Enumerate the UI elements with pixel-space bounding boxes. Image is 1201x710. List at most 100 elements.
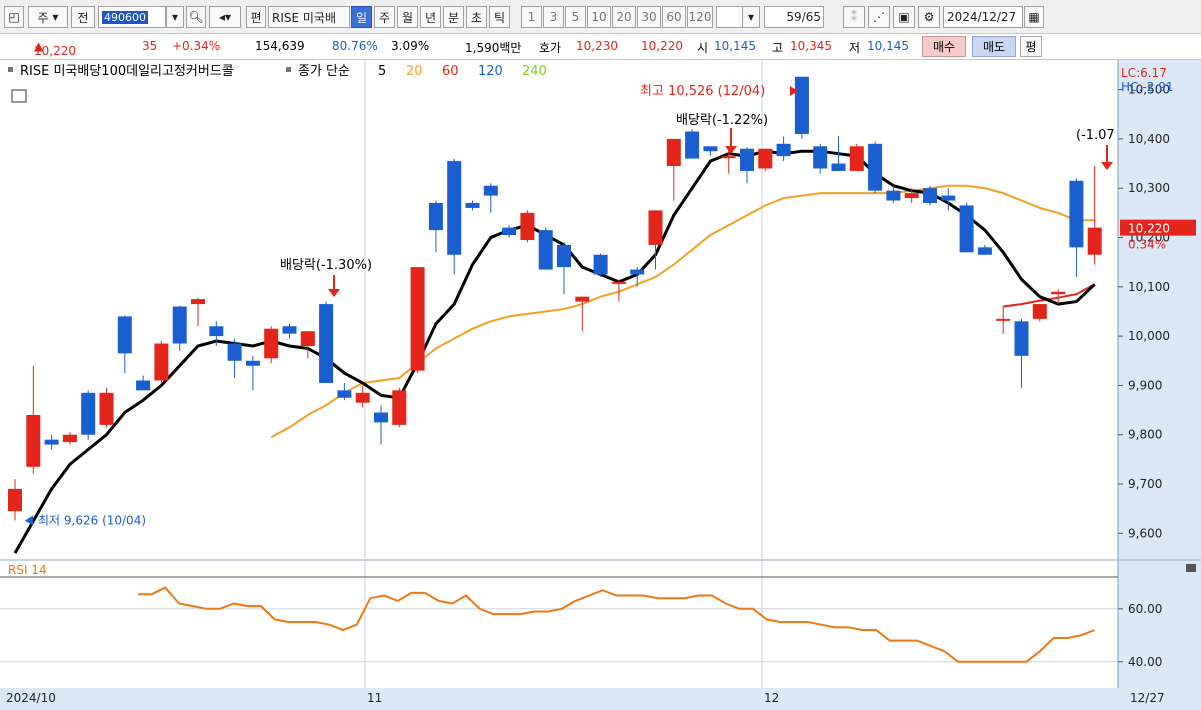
candle-body bbox=[502, 227, 517, 236]
candle-body bbox=[740, 148, 754, 171]
candle-body bbox=[392, 390, 407, 425]
candle-body bbox=[1051, 291, 1066, 295]
lc-label: LC:6.17 bbox=[1121, 66, 1167, 80]
sell-button[interactable]: 매도 bbox=[972, 36, 1016, 57]
interval-20[interactable]: 20 bbox=[612, 6, 636, 28]
time-axis-panel bbox=[0, 688, 1201, 710]
save-icon[interactable]: ▣ bbox=[893, 6, 915, 28]
tab-4[interactable]: 분 bbox=[443, 6, 464, 28]
candle-body bbox=[8, 488, 22, 512]
candle-body bbox=[282, 326, 297, 334]
candle-body bbox=[685, 131, 700, 159]
candle-body bbox=[44, 439, 59, 445]
price-tick-label: 10,000 bbox=[1128, 329, 1170, 343]
low-label: 저 bbox=[849, 41, 861, 55]
tab-2[interactable]: 월 bbox=[397, 6, 418, 28]
price-tick-label: 9,600 bbox=[1128, 526, 1162, 540]
candle-body bbox=[81, 392, 96, 435]
tab-1[interactable]: 주 bbox=[374, 6, 395, 28]
rsi-menu-icon bbox=[1186, 564, 1196, 572]
date-input[interactable]: 2024/12/27 bbox=[943, 6, 1023, 28]
candle-body bbox=[428, 202, 443, 231]
open-label: 시 bbox=[697, 41, 709, 55]
candle-body bbox=[538, 230, 553, 270]
candle-body bbox=[557, 244, 571, 268]
search-icon[interactable]: 🔍︎ bbox=[186, 6, 206, 28]
hoga-label: 호가 bbox=[539, 41, 562, 55]
current-price-tag-label: 10,220 bbox=[1128, 222, 1170, 236]
candle-body bbox=[99, 392, 114, 425]
candle-body bbox=[209, 326, 224, 337]
tab-6[interactable]: 틱 bbox=[489, 6, 510, 28]
legend-item: 20 bbox=[406, 64, 423, 79]
current-price: 10,220 ▲ bbox=[34, 39, 76, 58]
speaker-icon[interactable]: ◂▾ bbox=[209, 6, 241, 28]
line-tool-icon[interactable]: ⋰ bbox=[868, 6, 890, 28]
candle-body bbox=[923, 188, 937, 203]
rsi-title: RSI 14 bbox=[8, 563, 47, 577]
edit-button[interactable]: 편 bbox=[246, 6, 266, 28]
gear-icon[interactable]: ⚙ bbox=[918, 6, 940, 28]
tab-3[interactable]: 년 bbox=[420, 6, 441, 28]
price-chart[interactable]: 10,50010,40010,30010,20010,10010,0009,90… bbox=[0, 60, 1201, 710]
candle-body bbox=[1014, 321, 1029, 356]
interval-5[interactable]: 5 bbox=[565, 6, 586, 28]
current-pct-label: 0.34% bbox=[1128, 238, 1166, 252]
candle-body bbox=[62, 434, 77, 443]
legend-square-icon bbox=[8, 67, 13, 72]
legend-item: 5 bbox=[378, 64, 386, 79]
chart-menu-icon[interactable]: ◰ bbox=[4, 6, 24, 28]
candle-body bbox=[374, 412, 388, 423]
period-label: 주 bbox=[37, 10, 49, 25]
candle-body bbox=[941, 195, 956, 201]
ask-price: 10,230 bbox=[576, 39, 618, 53]
candle-body bbox=[868, 143, 883, 191]
high-price: 10,345 bbox=[790, 39, 832, 53]
low-price: 10,145 bbox=[867, 39, 909, 53]
candle-body bbox=[337, 390, 352, 398]
interval-3[interactable]: 3 bbox=[543, 6, 564, 28]
time-tick-label: 12/27 bbox=[1130, 691, 1165, 705]
calendar-icon[interactable]: ▦ bbox=[1024, 6, 1044, 28]
interval-10[interactable]: 10 bbox=[587, 6, 611, 28]
candle-body bbox=[154, 343, 169, 381]
candle-body bbox=[977, 247, 992, 255]
candle-body bbox=[136, 380, 151, 391]
interval-dropdown-icon[interactable]: ▾ bbox=[742, 6, 760, 28]
chart-title: RISE 미국배당100데일리고정커버드콜 bbox=[20, 64, 234, 79]
candle-body bbox=[300, 331, 315, 346]
candle-body bbox=[117, 316, 132, 354]
page-counter: 59/65 bbox=[764, 6, 824, 28]
candle-body bbox=[410, 267, 425, 371]
code-dropdown-icon[interactable]: ▾ bbox=[166, 6, 184, 28]
candle-body bbox=[264, 328, 279, 359]
candle-body bbox=[904, 193, 919, 199]
candle-body bbox=[447, 161, 462, 255]
legend-item: 120 bbox=[478, 64, 503, 79]
candle-body bbox=[813, 146, 828, 169]
prefix-button[interactable]: 전 bbox=[71, 6, 95, 28]
code-input[interactable]: 490600 bbox=[98, 6, 166, 28]
period-select[interactable]: 주 ▾ bbox=[28, 6, 68, 28]
flat-button[interactable]: 평 bbox=[1020, 36, 1042, 57]
candle-body bbox=[959, 205, 974, 253]
price-change-pct: +0.34% bbox=[172, 39, 221, 53]
price-change: 35 bbox=[142, 39, 158, 53]
price-tick-label: 9,900 bbox=[1128, 378, 1162, 392]
interval-30[interactable]: 30 bbox=[637, 6, 661, 28]
candle-body bbox=[483, 185, 498, 196]
candle-body bbox=[191, 299, 205, 305]
legend-item: 240 bbox=[522, 64, 547, 79]
tab-0[interactable]: 일 bbox=[351, 6, 372, 28]
page-total: /65 bbox=[801, 10, 821, 24]
dividend-annotation: 배당락(-1.30%) bbox=[280, 258, 372, 273]
candle-body bbox=[593, 254, 608, 275]
cross-icon[interactable]: ⁑ bbox=[843, 6, 865, 28]
buy-button[interactable]: 매수 bbox=[922, 36, 966, 57]
interval-60[interactable]: 60 bbox=[662, 6, 686, 28]
tab-5[interactable]: 초 bbox=[466, 6, 487, 28]
candle-body bbox=[172, 306, 187, 344]
interval-1[interactable]: 1 bbox=[521, 6, 542, 28]
dividend-annotation: (-1.07 bbox=[1076, 128, 1115, 143]
interval-120[interactable]: 120 bbox=[687, 6, 713, 28]
